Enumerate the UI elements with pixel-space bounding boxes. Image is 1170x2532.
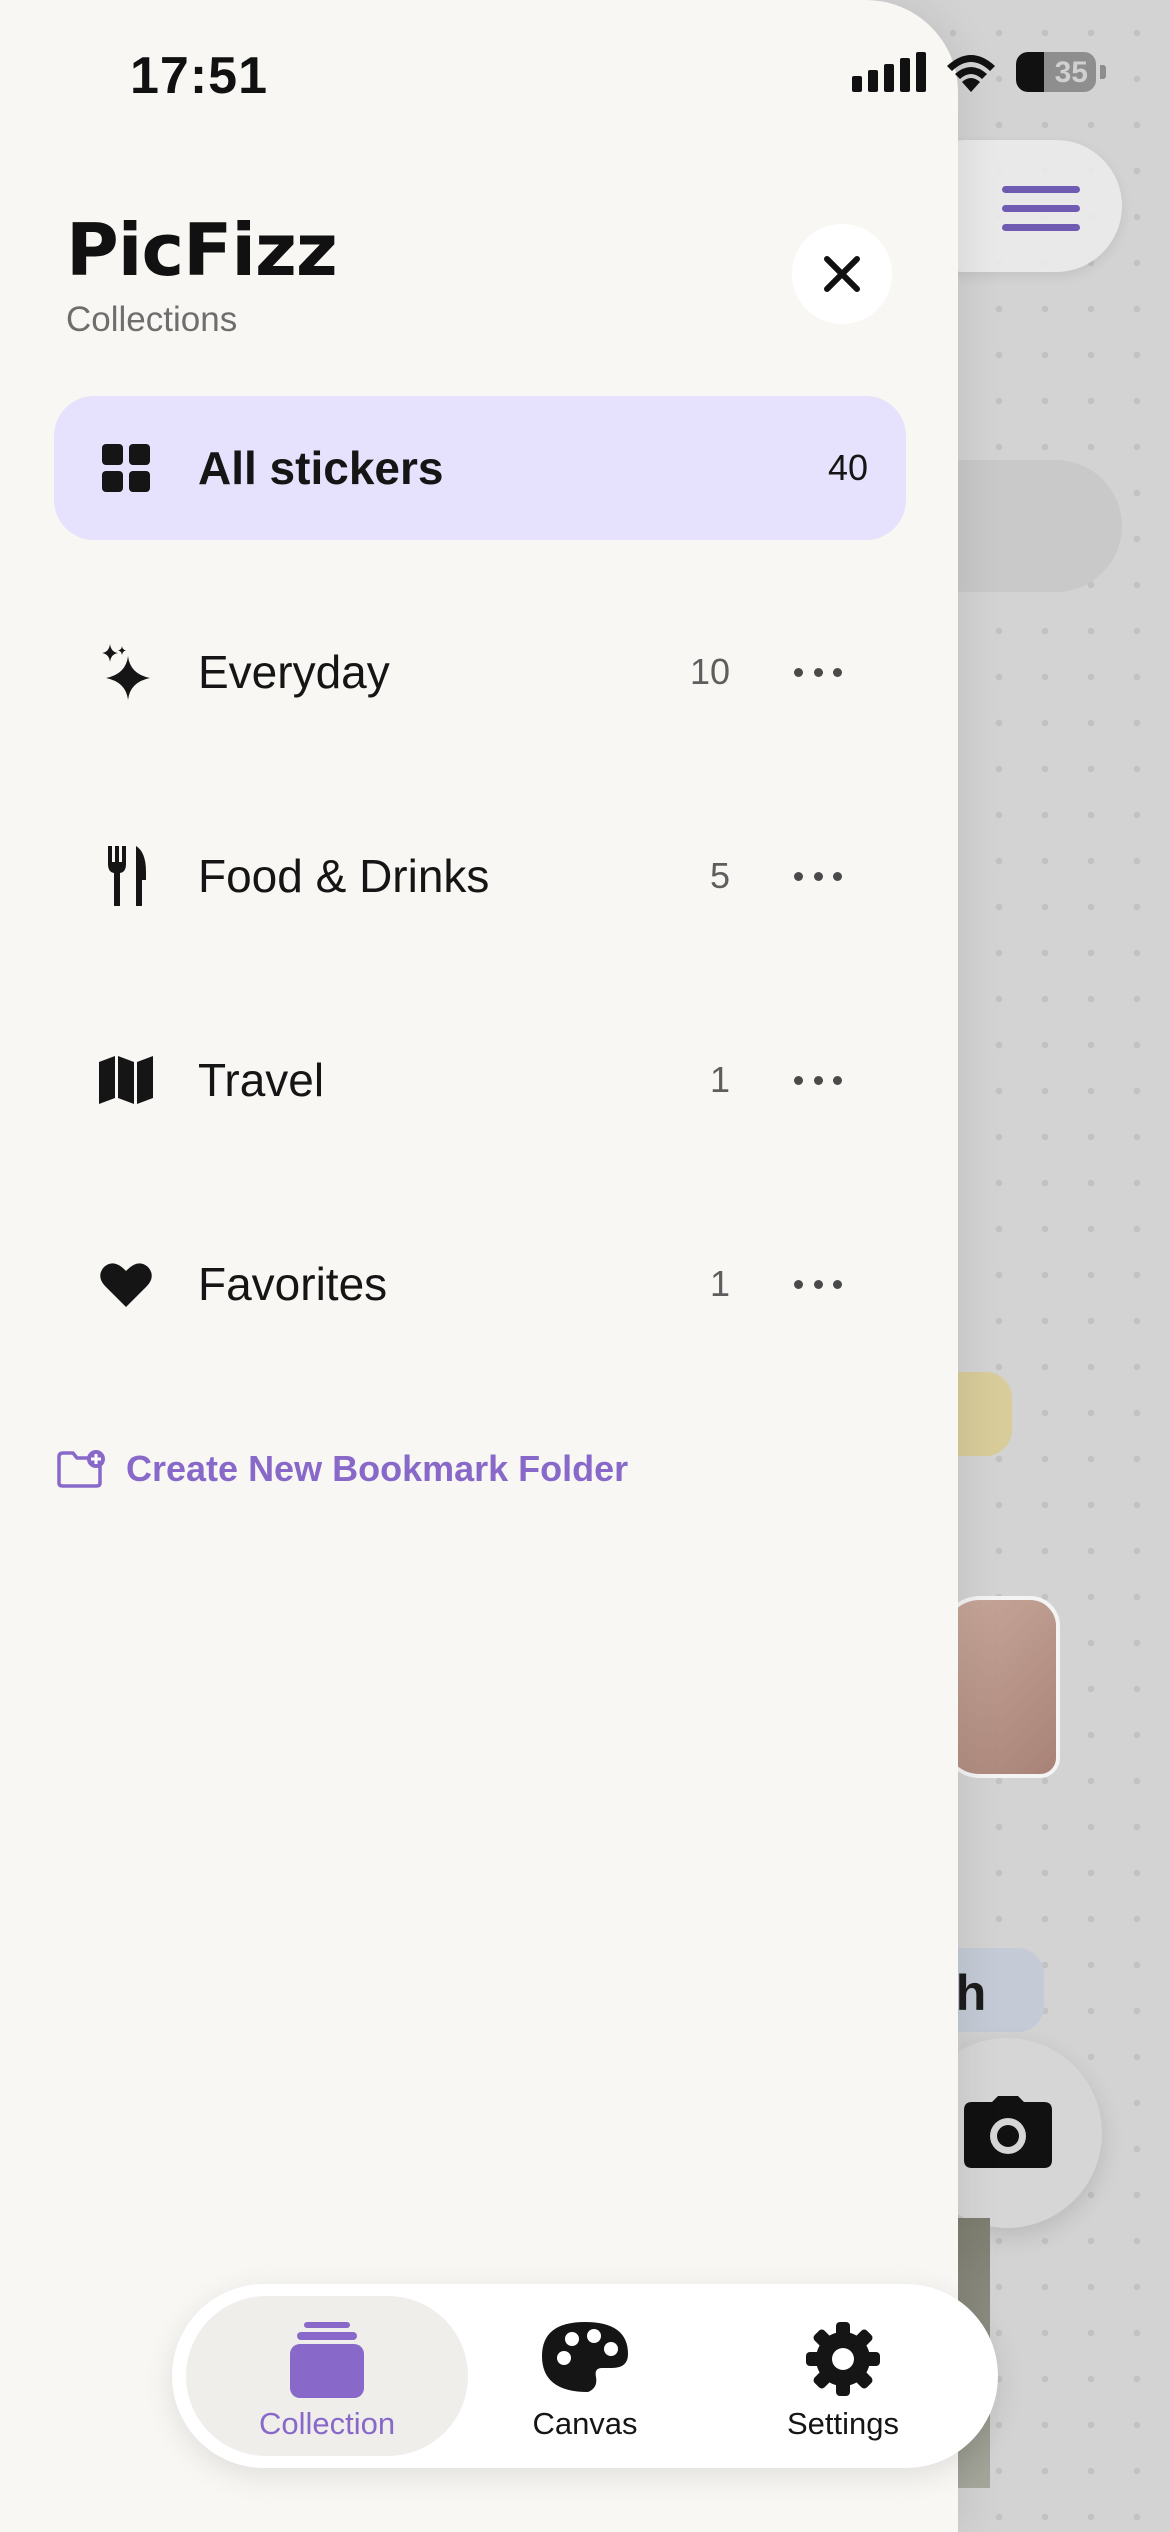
collection-row-all-stickers[interactable]: All stickers 40 [54,396,906,540]
map-icon [98,1052,154,1108]
heart-icon [98,1256,154,1312]
battery-icon: 35 [1016,52,1096,92]
tab-label: Settings [786,2406,899,2441]
collection-count: 1 [709,1059,730,1100]
camera-icon [964,2096,1052,2168]
tab-label: Canvas [532,2406,638,2441]
status-time: 17:51 [130,47,268,105]
more-options-icon[interactable] [794,656,842,688]
battery-tip [1100,65,1106,79]
tab-canvas[interactable]: Canvas [444,2296,726,2456]
collection-label: Everyday [198,646,390,698]
more-options-icon[interactable] [794,860,842,892]
hamburger-icon [1002,186,1080,243]
grid-icon [98,440,154,496]
close-button[interactable] [792,224,892,324]
fork-knife-icon [98,846,154,906]
close-icon [824,256,860,292]
cellular-signal-icon [852,52,926,92]
collection-label: Food & Drinks [198,850,490,902]
more-options-icon[interactable] [794,1268,842,1300]
gear-icon [806,2322,880,2396]
app-title: PicFizz [66,208,338,292]
collection-count: 5 [709,855,730,896]
collection-row-food-drinks[interactable]: Food & Drinks 5 [54,804,906,948]
collection-count: 40 [827,447,868,488]
stack-icon [290,2322,364,2398]
collection-row-everyday[interactable]: Everyday 10 [54,600,906,744]
collections-drawer: PicFizz Collections All stickers 40 Ever… [0,0,958,2532]
collection-label: Travel [198,1054,325,1106]
collection-label: All stickers [198,442,444,494]
palette-icon [542,2322,628,2392]
more-options-icon[interactable] [794,1064,842,1096]
status-icons: 35 [852,52,1106,92]
collection-count: 1 [709,1263,730,1304]
tab-settings[interactable]: Settings [702,2296,984,2456]
sticker-image [940,1596,1060,1778]
wifi-icon [947,55,995,92]
collection-row-travel[interactable]: Travel 1 [54,1008,906,1152]
collection-label: Favorites [198,1258,388,1310]
battery-percent: 35 [1054,56,1088,89]
create-folder-button[interactable]: Create New Bookmark Folder [56,1448,628,1490]
drawer-subtitle: Collections [66,300,238,339]
tab-label: Collection [258,2406,396,2441]
collection-count: 10 [689,651,730,692]
folder-add-icon [57,1450,105,1488]
tab-collection[interactable]: Collection [186,2296,468,2456]
create-folder-label: Create New Bookmark Folder [126,1448,629,1489]
tab-bar: Collection Canvas Settings [172,2284,998,2468]
sparkles-icon [98,644,154,700]
status-bar: 17:51 35 [0,0,1170,150]
collection-row-favorites[interactable]: Favorites 1 [54,1212,906,1356]
